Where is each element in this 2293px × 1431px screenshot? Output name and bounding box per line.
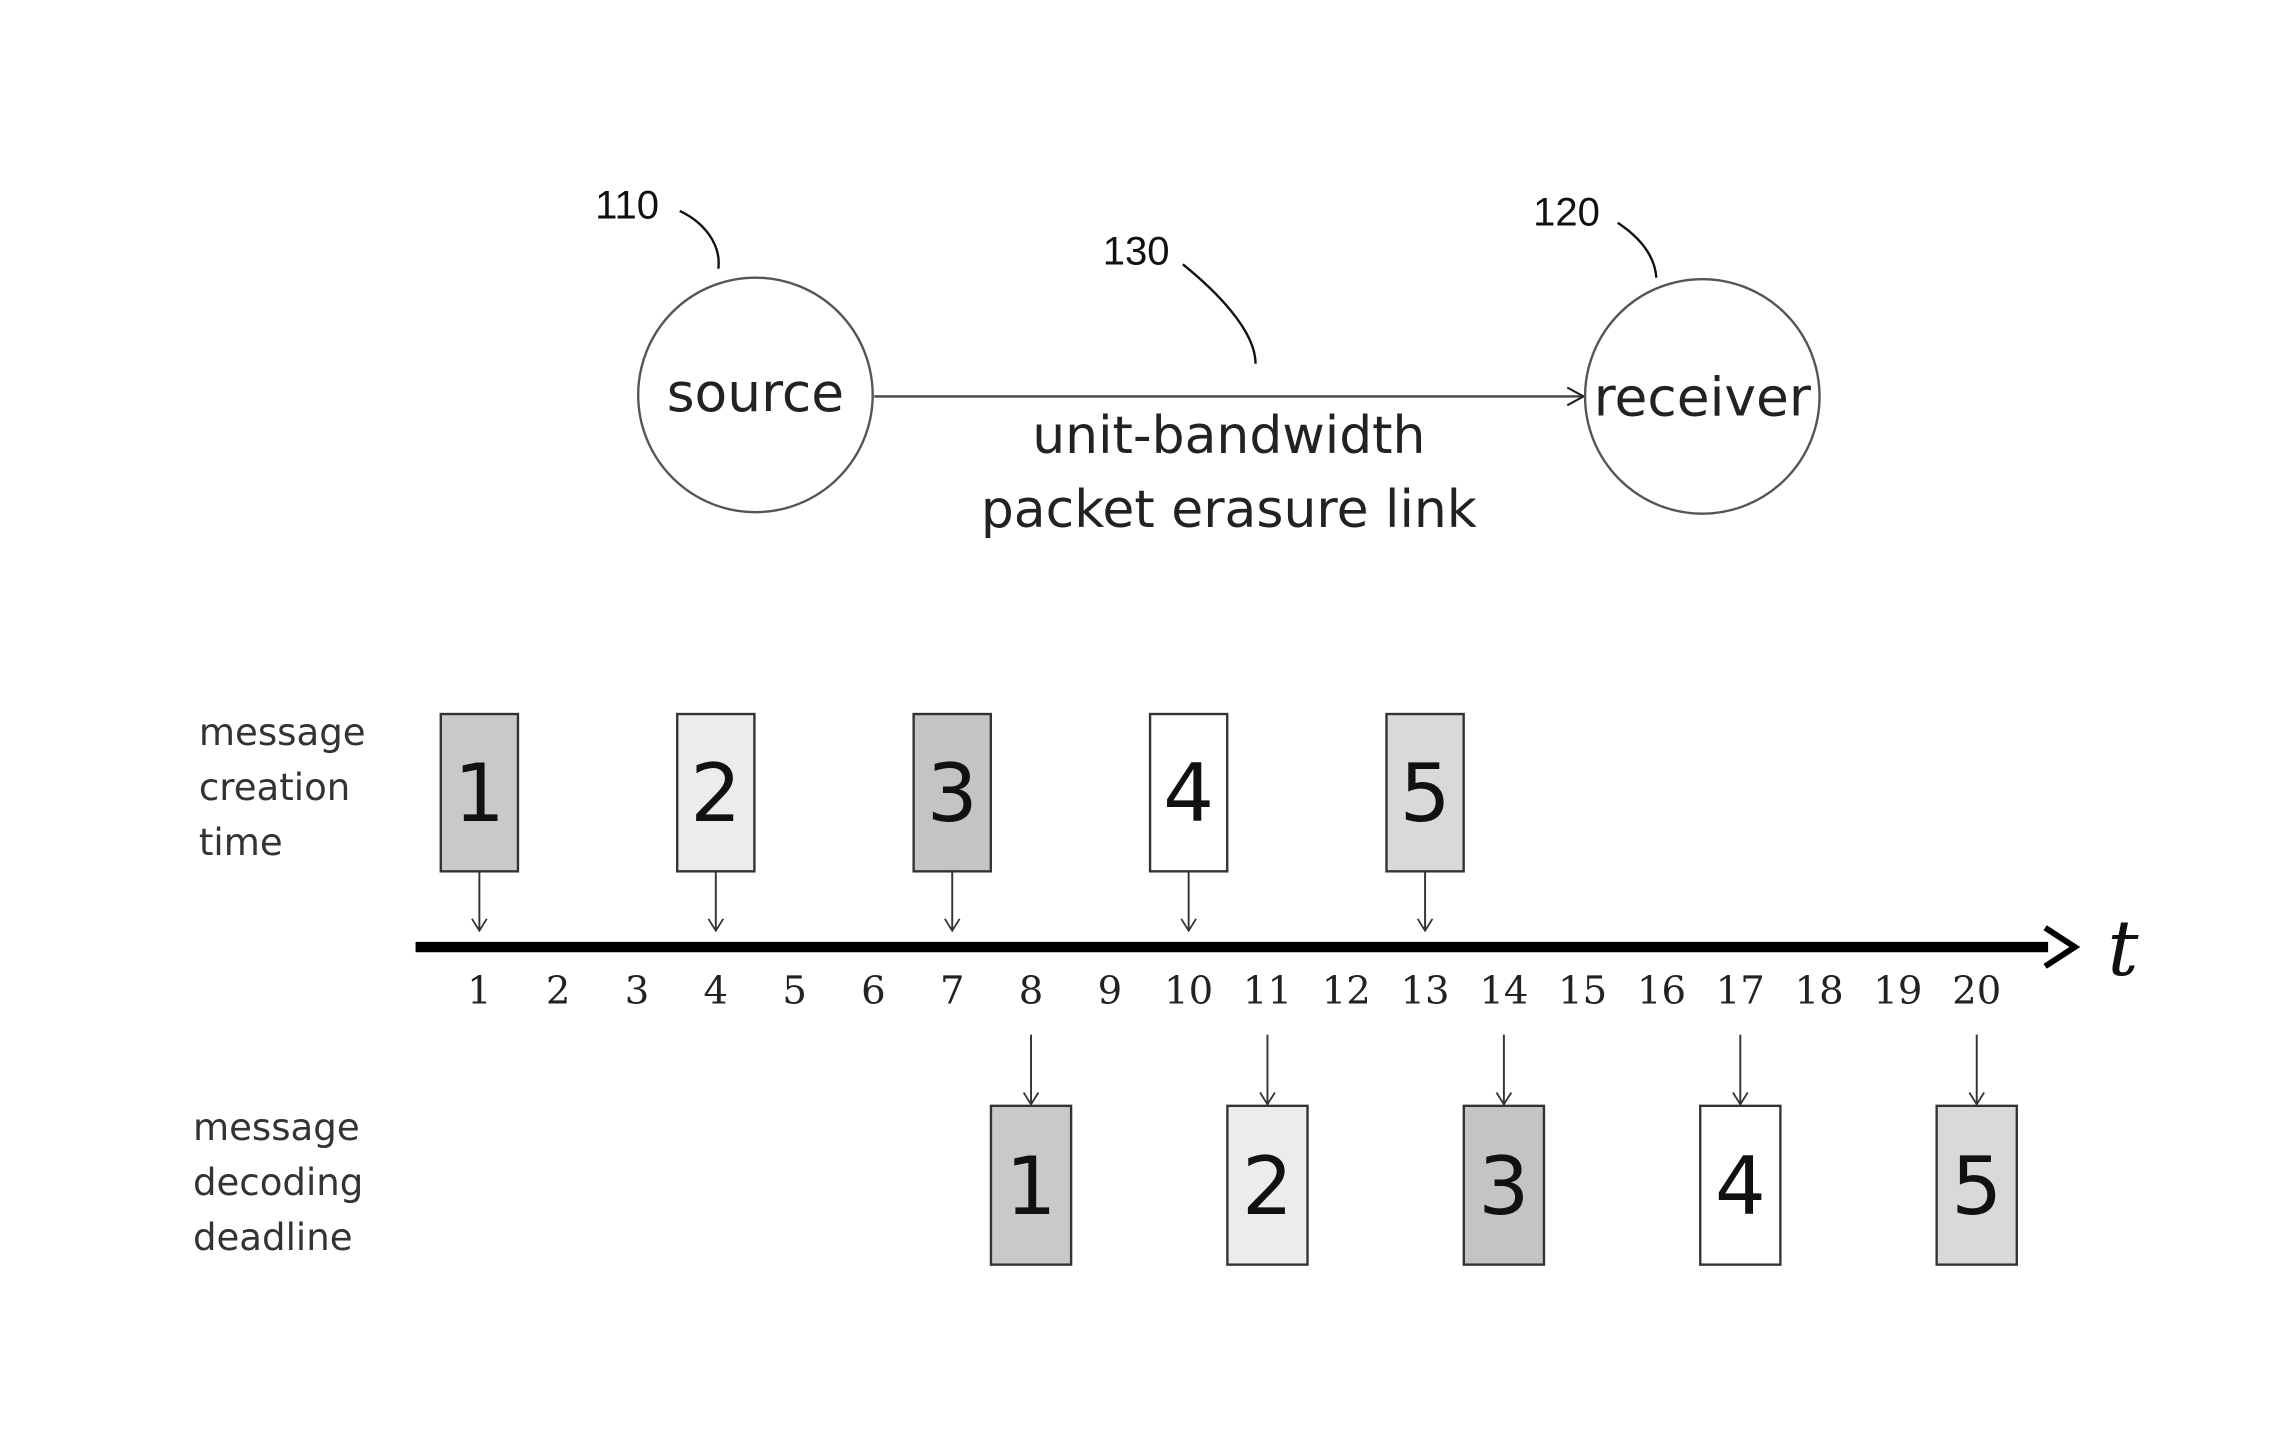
- tick-label: 3: [625, 968, 650, 1013]
- time-axis-ticks: 1 2 3 4 5 6 7 8 9 10 11 12 13 14 15 16 17 18 19 20: [467, 968, 2001, 1013]
- tick-label: 6: [861, 968, 886, 1013]
- creation-label-line2: creation: [199, 766, 350, 809]
- creation-row-label: message creation time: [199, 711, 366, 864]
- time-axis-label: t: [2107, 904, 2139, 994]
- deadline-label-line2: decoding: [193, 1161, 363, 1204]
- receiver-leader-line: [1617, 221, 1658, 278]
- message-number: 1: [1006, 1140, 1057, 1233]
- message-number: 2: [1242, 1140, 1293, 1233]
- link-ref-number: 130: [1103, 229, 1170, 273]
- message-number: 3: [927, 747, 978, 840]
- tick-label: 8: [1019, 968, 1044, 1013]
- link-leader-line: [1182, 263, 1257, 364]
- time-axis-arrowhead: [2043, 925, 2081, 969]
- deadline-message: 5: [1935, 1034, 2018, 1266]
- tick-label: 15: [1558, 968, 1607, 1013]
- tick-label: 2: [546, 968, 571, 1013]
- receiver-label: receiver: [1594, 366, 1811, 429]
- tick-label: 4: [704, 968, 729, 1013]
- tick-label: 1: [467, 968, 492, 1013]
- deadline-label-line1: message: [193, 1106, 360, 1149]
- link-label-line2: packet erasure link: [981, 480, 1477, 540]
- network-diagram: 110 source 130 unit-bandwidth packet era…: [595, 183, 1821, 540]
- message-number: 4: [1715, 1140, 1766, 1233]
- message-number: 4: [1163, 747, 1214, 840]
- tick-label: 7: [940, 968, 965, 1013]
- deadline-message: 3: [1462, 1034, 1546, 1266]
- tick-label: 13: [1401, 968, 1450, 1013]
- tick-label: 20: [1952, 968, 2001, 1013]
- tick-label: 12: [1322, 968, 1371, 1013]
- creation-messages: 1 2 3 4 5: [439, 712, 1465, 931]
- link-label-line1: unit-bandwidth: [1032, 406, 1425, 466]
- deadline-label-line3: deadline: [193, 1216, 353, 1259]
- message-number: 5: [1951, 1140, 2002, 1233]
- tick-label: 18: [1795, 968, 1844, 1013]
- source-label: source: [667, 361, 844, 424]
- tick-label: 11: [1243, 968, 1292, 1013]
- tick-label: 5: [782, 968, 807, 1013]
- creation-label-line1: message: [199, 711, 366, 754]
- message-number: 5: [1400, 747, 1451, 840]
- source-leader-line: [679, 209, 720, 269]
- message-number: 3: [1478, 1140, 1529, 1233]
- time-axis: t 1 2 3 4 5 6 7 8 9 10 11 12 13 14 15 16 17 18 19 20: [415, 904, 2139, 1013]
- receiver-ref-number: 120: [1533, 191, 1600, 235]
- deadline-message: 1: [989, 1034, 1073, 1266]
- message-number: 2: [690, 747, 741, 840]
- creation-message: 2: [676, 712, 756, 931]
- deadline-message: 4: [1699, 1034, 1782, 1266]
- tick-label: 17: [1716, 968, 1765, 1013]
- creation-label-line3: time: [199, 821, 283, 864]
- figure: 110 source 130 unit-bandwidth packet era…: [193, 183, 2139, 1266]
- tick-label: 14: [1479, 968, 1528, 1013]
- tick-label: 19: [1873, 968, 1922, 1013]
- message-number: 1: [454, 747, 505, 840]
- creation-message: 5: [1385, 712, 1465, 931]
- tick-label: 16: [1637, 968, 1686, 1013]
- tick-label: 10: [1164, 968, 1213, 1013]
- creation-message: 1: [439, 712, 520, 931]
- deadline-row-label: message decoding deadline: [193, 1106, 363, 1259]
- source-ref-number: 110: [595, 183, 659, 227]
- deadline-message: 2: [1226, 1034, 1309, 1266]
- tick-label: 9: [1098, 968, 1123, 1013]
- deadline-messages: 1 2 3 4 5: [989, 1034, 2018, 1266]
- creation-message: 4: [1148, 712, 1229, 931]
- creation-message: 3: [912, 712, 993, 931]
